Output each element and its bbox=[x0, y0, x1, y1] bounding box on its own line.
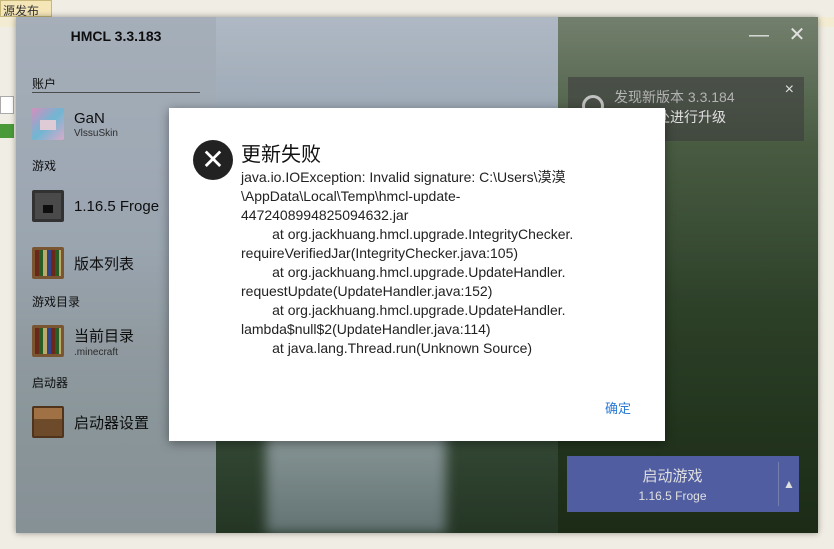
close-icon: ✕ bbox=[193, 140, 233, 180]
ok-button[interactable]: 确定 bbox=[605, 398, 631, 417]
background-control bbox=[0, 96, 14, 114]
error-dialog: ✕ 更新失败 java.io.IOException: Invalid sign… bbox=[169, 108, 665, 441]
dialog-message: java.io.IOException: Invalid signature: … bbox=[241, 169, 574, 356]
dialog-title: 更新失败 bbox=[241, 144, 321, 166]
background-control-green bbox=[0, 124, 14, 138]
background-tab: 源发布 bbox=[0, 0, 52, 17]
